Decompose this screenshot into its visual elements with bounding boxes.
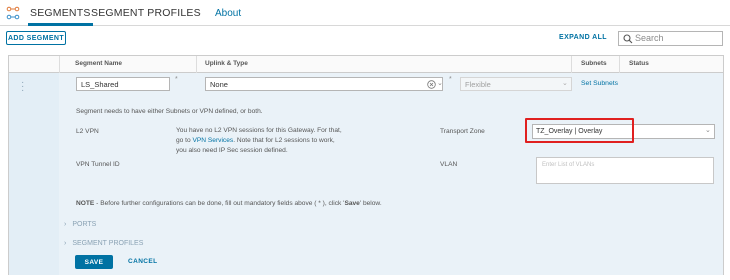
vlan-placeholder: Enter List of VLANs — [542, 162, 595, 168]
vlan-input[interactable]: Enter List of VLANs — [536, 157, 714, 184]
search-input[interactable]: Search — [618, 31, 723, 46]
grid-header: Segment Name Uplink & Type Subnets Statu… — [9, 56, 723, 73]
l2vpn-info-line-3: you also need IP Sec session defined. — [176, 147, 288, 154]
l2vpn-info-line-2: go to VPN Services. Note that for L2 ses… — [176, 137, 335, 144]
search-placeholder: Search — [635, 33, 664, 43]
column-header-subnets[interactable]: Subnets — [581, 60, 607, 67]
segment-name-value: LS_Shared — [81, 79, 119, 89]
column-divider — [571, 56, 572, 73]
transport-zone-chevron-icon[interactable]: ⌄ — [705, 126, 711, 134]
nav-separator: - — [198, 9, 201, 18]
l2vpn-label: L2 VPN — [76, 128, 99, 135]
segment-profiles-expander[interactable]: › SEGMENT PROFILES — [64, 240, 143, 247]
tab-segment-profiles[interactable]: SEGMENT PROFILES — [91, 7, 201, 19]
column-divider — [196, 56, 197, 73]
segment-name-input[interactable]: LS_Shared — [76, 77, 170, 91]
l2vpn-info-text: go to — [176, 137, 193, 144]
vpn-services-link[interactable]: VPN Services — [193, 137, 234, 144]
clear-icon[interactable] — [427, 80, 436, 89]
column-header-status[interactable]: Status — [629, 60, 649, 67]
about-link[interactable]: About — [215, 8, 241, 19]
note-text: - Before further configurations can be d… — [94, 200, 345, 207]
transport-zone-label: Transport Zone — [440, 128, 485, 135]
save-button[interactable]: SAVE — [75, 255, 113, 269]
segment-profiles-label: SEGMENT PROFILES — [72, 240, 144, 247]
chevron-right-icon: › — [64, 240, 67, 247]
subnet-vpn-message: Segment needs to have either Subnets or … — [76, 108, 263, 115]
uplink-select[interactable]: None — [205, 77, 443, 91]
note-save-word: Save — [344, 200, 360, 207]
ports-label: PORTS — [72, 221, 97, 228]
chevron-right-icon: › — [64, 221, 67, 228]
vlan-label: VLAN — [440, 161, 458, 168]
add-segment-button[interactable]: ADD SEGMENT — [6, 31, 66, 45]
expand-all-button[interactable]: EXPAND ALL — [559, 34, 607, 41]
mandatory-note: NOTE - Before further configurations can… — [76, 200, 382, 207]
vpn-tunnel-id-label: VPN Tunnel ID — [76, 161, 120, 168]
note-heading: NOTE — [76, 200, 95, 207]
tab-segments[interactable]: SEGMENTS — [28, 7, 93, 26]
kebab-menu-icon[interactable]: · · · — [21, 78, 24, 96]
type-dropdown-chevron-icon[interactable]: ⌄ — [562, 79, 568, 87]
ports-expander[interactable]: › PORTS — [64, 221, 96, 228]
highlight-box — [525, 118, 634, 143]
required-mark: * — [175, 76, 178, 83]
segments-icon — [6, 6, 20, 20]
row-actions-cell: · · · — [9, 73, 59, 275]
required-mark: * — [449, 76, 452, 83]
set-subnets-link[interactable]: Set Subnets — [581, 80, 618, 87]
type-value: Flexible — [465, 79, 491, 89]
cancel-button[interactable]: CANCEL — [128, 258, 157, 265]
uplink-dropdown-chevron-icon[interactable]: ⌄ — [437, 79, 443, 87]
search-icon — [623, 34, 633, 44]
l2vpn-info-text: . Note that for L2 sessions to work, — [233, 137, 335, 144]
uplink-value: None — [210, 79, 228, 89]
column-divider — [59, 56, 60, 73]
column-divider — [619, 56, 620, 73]
column-header-segment-name[interactable]: Segment Name — [75, 60, 122, 67]
note-text-end: ' below. — [359, 200, 382, 207]
top-nav: SEGMENTS SEGMENT PROFILES - About — [0, 0, 730, 26]
column-header-uplink-type[interactable]: Uplink & Type — [205, 60, 248, 67]
l2vpn-info-line-1: You have no L2 VPN sessions for this Gat… — [176, 127, 342, 134]
type-select[interactable]: Flexible — [460, 77, 572, 91]
